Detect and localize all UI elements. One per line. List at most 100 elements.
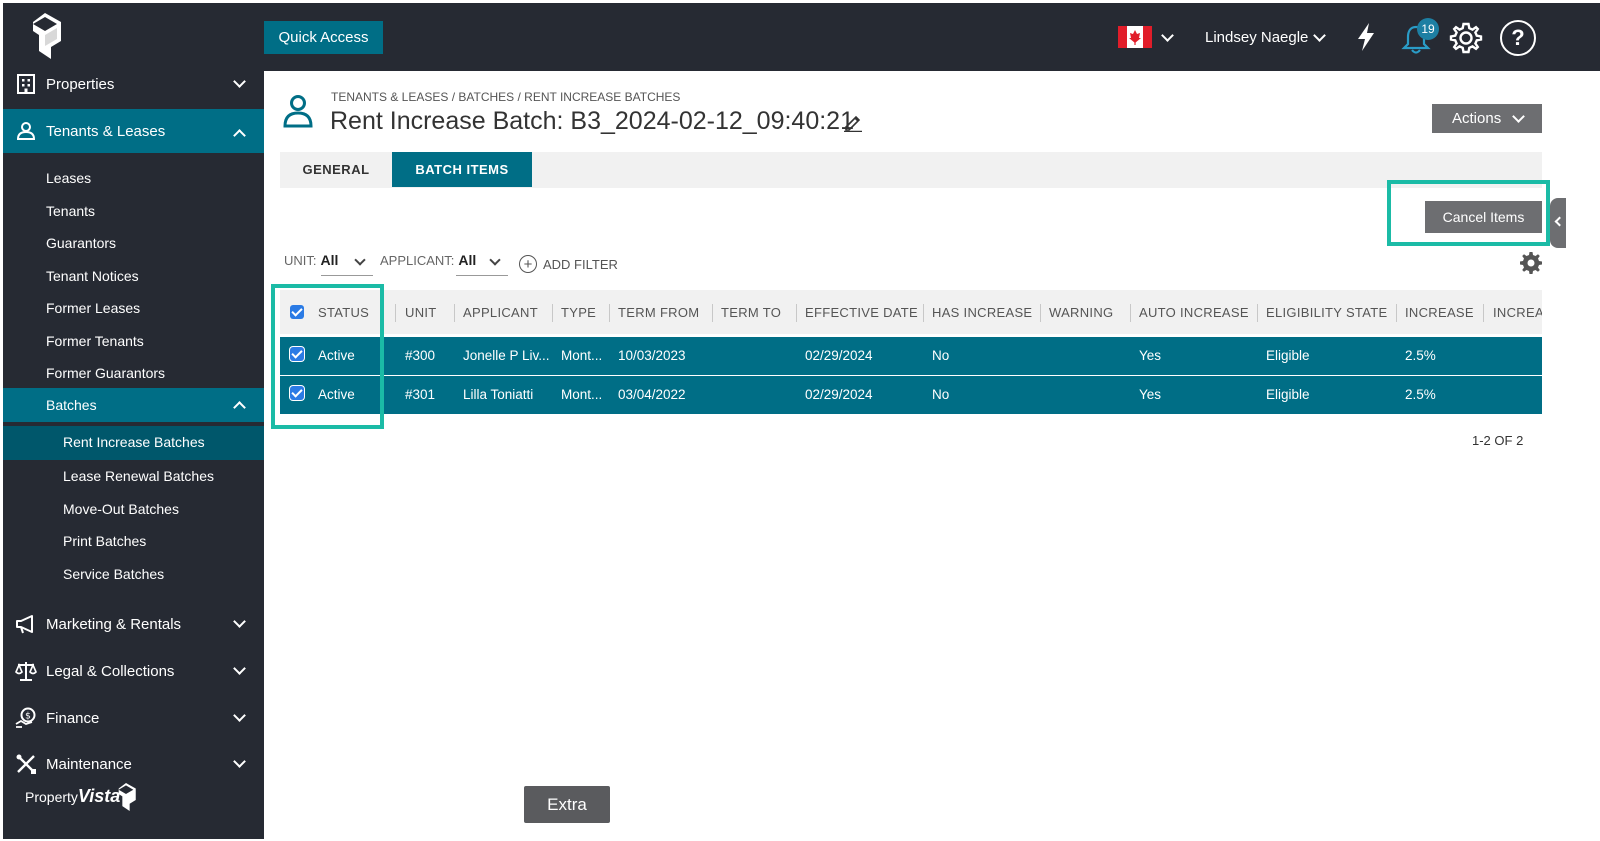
unit-filter-chevron-down-icon[interactable] — [354, 254, 366, 266]
column-header-term-to[interactable]: TERM TO — [721, 305, 781, 320]
cancel-items-button[interactable]: Cancel Items — [1425, 201, 1542, 233]
column-header-term-from[interactable]: TERM FROM — [618, 305, 699, 320]
applicant-filter-label: APPLICANT: — [380, 253, 455, 268]
top-bar: Quick Access Lindsey Naegle 19 ? — [3, 3, 1600, 71]
sidebar-item-finance[interactable]: $ Finance — [3, 696, 264, 740]
applicant-filter[interactable]: APPLICANT: All — [380, 252, 476, 268]
column-separator[interactable] — [609, 304, 610, 322]
lightning-icon[interactable] — [1355, 23, 1377, 51]
settings-gear-icon[interactable] — [1449, 21, 1483, 55]
column-header-eligibility-state[interactable]: ELIGIBILITY STATE — [1266, 305, 1387, 320]
column-header-applicant[interactable]: APPLICANT — [463, 305, 538, 320]
propertyvista-logo-icon[interactable] — [29, 13, 61, 59]
sidebar-subitem-former-leases[interactable]: Former Leases — [46, 300, 140, 316]
column-separator[interactable] — [1040, 304, 1041, 322]
column-separator[interactable] — [552, 304, 553, 322]
sidebar-subitem-leases[interactable]: Leases — [46, 170, 91, 186]
cell-applicant: Jonelle P Liv... — [463, 348, 550, 363]
cell-unit: #300 — [405, 348, 436, 363]
sidebar-subitem-former-tenants[interactable]: Former Tenants — [46, 333, 144, 349]
sidebar-subitem-tenants[interactable]: Tenants — [46, 203, 95, 219]
sidebar-item-tenants-leases[interactable]: Tenants & Leases — [3, 109, 264, 153]
app-window: Quick Access Lindsey Naegle 19 ? Propert… — [3, 3, 1600, 839]
column-separator[interactable] — [796, 304, 797, 322]
chevron-down-icon — [233, 755, 246, 768]
actions-button[interactable]: Actions — [1432, 104, 1542, 133]
sidebar-item-legal-collections[interactable]: Legal & Collections — [3, 649, 264, 693]
sidebar-subsubitem-service-batches[interactable]: Service Batches — [63, 566, 164, 582]
cell-term-from: 03/04/2022 — [618, 387, 686, 402]
column-header-increase-truncated[interactable]: INCREAS — [1493, 305, 1542, 320]
chevron-down-icon — [233, 75, 246, 88]
canada-flag-icon[interactable] — [1118, 26, 1152, 48]
table-row[interactable]: Active #301 Lilla Toniatti Mont... 03/04… — [280, 376, 1542, 414]
quick-access-button[interactable]: Quick Access — [264, 21, 383, 54]
edit-pencil-icon[interactable] — [843, 112, 863, 132]
applicant-filter-value: All — [458, 252, 477, 268]
sidebar-subsubitem-rent-increase-batches[interactable]: Rent Increase Batches — [3, 426, 264, 460]
sidebar-subsubitem-lease-renewal-batches[interactable]: Lease Renewal Batches — [63, 468, 214, 484]
cell-eligibility-state: Eligible — [1266, 387, 1310, 402]
unit-filter[interactable]: UNIT: All — [284, 252, 338, 268]
column-separator[interactable] — [395, 304, 396, 322]
column-separator[interactable] — [712, 304, 713, 322]
sidebar-item-marketing-rentals[interactable]: Marketing & Rentals — [3, 602, 264, 646]
side-panel-toggle[interactable] — [1550, 198, 1566, 248]
pagination-count: 1-2 OF 2 — [1472, 433, 1524, 448]
sidebar-item-label: Legal & Collections — [46, 662, 175, 680]
sidebar-item-label: Properties — [46, 75, 115, 93]
sidebar-subitem-tenant-notices[interactable]: Tenant Notices — [46, 268, 139, 284]
chevron-down-icon — [233, 709, 246, 722]
column-header-has-increase[interactable]: HAS INCREASE — [932, 305, 1032, 320]
user-name[interactable]: Lindsey Naegle — [1205, 29, 1308, 46]
brand-name: Vista — [77, 786, 121, 806]
table-settings-gear-icon[interactable] — [1519, 251, 1543, 275]
column-header-unit[interactable]: UNIT — [405, 305, 437, 320]
person-icon — [16, 122, 36, 140]
sidebar-item-label: Finance — [46, 709, 100, 727]
column-separator[interactable] — [1130, 304, 1131, 322]
chevron-up-icon — [233, 129, 246, 142]
breadcrumb[interactable]: TENANTS & LEASES / BATCHES / RENT INCREA… — [331, 90, 680, 104]
sidebar-item-properties[interactable]: Properties — [3, 62, 264, 106]
tab-batch-items[interactable]: BATCH ITEMS — [392, 152, 532, 187]
building-icon — [17, 74, 35, 94]
column-separator[interactable] — [1483, 304, 1484, 322]
sidebar-subitem-batches[interactable]: Batches — [3, 388, 264, 422]
sidebar-subitem-guarantors[interactable]: Guarantors — [46, 235, 116, 251]
tab-general[interactable]: GENERAL — [280, 152, 392, 187]
sidebar-item-label: Maintenance — [46, 755, 132, 773]
extra-button[interactable]: Extra — [524, 786, 610, 823]
column-header-warning[interactable]: WARNING — [1049, 305, 1113, 320]
chevron-left-icon — [1554, 216, 1565, 227]
column-separator[interactable] — [454, 304, 455, 322]
add-filter-button[interactable]: + ADD FILTER — [519, 255, 618, 273]
help-icon[interactable]: ? — [1500, 20, 1536, 56]
cell-eligibility-state: Eligible — [1266, 348, 1310, 363]
column-header-auto-increase[interactable]: AUTO INCREASE — [1139, 305, 1249, 320]
cell-type: Mont... — [561, 348, 603, 363]
column-header-type[interactable]: TYPE — [561, 305, 596, 320]
sidebar-subitem-former-guarantors[interactable]: Former Guarantors — [46, 365, 165, 381]
money-icon: $ — [15, 707, 36, 728]
scales-icon — [15, 662, 37, 681]
cell-applicant: Lilla Toniatti — [463, 387, 534, 402]
applicant-filter-chevron-down-icon[interactable] — [489, 254, 501, 266]
table-row[interactable]: Active #300 Jonelle P Liv... Mont... 10/… — [280, 337, 1542, 375]
user-menu-chevron-down-icon[interactable] — [1313, 29, 1326, 42]
sidebar-subsubitem-move-out-batches[interactable]: Move-Out Batches — [63, 501, 179, 517]
table-header: STATUS UNIT APPLICANT TYPE TERM FROM TER… — [280, 290, 1542, 334]
sidebar-subsubitem-print-batches[interactable]: Print Batches — [63, 533, 146, 549]
column-header-effective-date[interactable]: EFFECTIVE DATE — [805, 305, 918, 320]
column-separator[interactable] — [1257, 304, 1258, 322]
sidebar-item-maintenance[interactable]: Maintenance — [3, 742, 264, 786]
column-separator[interactable] — [1396, 304, 1397, 322]
sidebar-item-label: Batches — [46, 397, 97, 413]
brand-prefix: Property — [25, 789, 78, 805]
sidebar-item-label: Rent Increase Batches — [63, 434, 205, 450]
language-chevron-down-icon[interactable] — [1161, 29, 1174, 42]
column-separator[interactable] — [923, 304, 924, 322]
column-header-increase[interactable]: INCREASE — [1405, 305, 1474, 320]
sidebar-item-label: Marketing & Rentals — [46, 615, 182, 633]
applicant-filter-underline — [456, 275, 508, 276]
